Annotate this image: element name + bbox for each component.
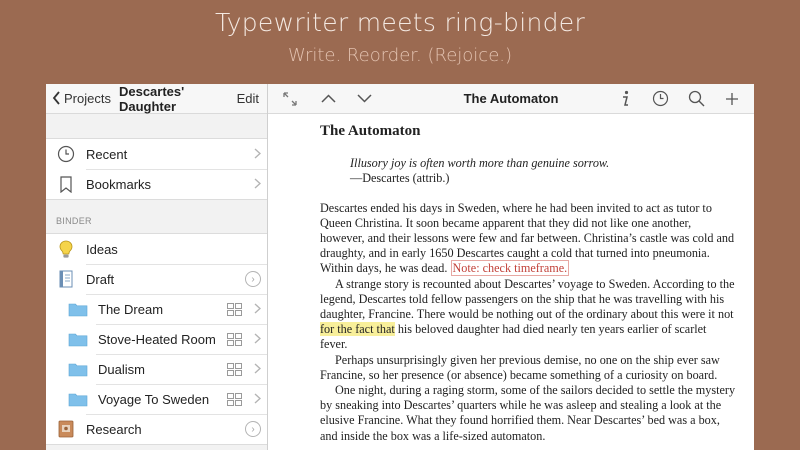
chevron-right-icon — [247, 361, 267, 377]
paragraph: A strange story is recounted about Desca… — [320, 277, 736, 353]
folder-icon — [46, 392, 98, 407]
folder-icon — [46, 332, 98, 347]
chevron-right-icon — [247, 301, 267, 317]
shortcuts-group: Recent Bookmarks — [46, 138, 267, 200]
hero-title: Typewriter meets ring-binder — [214, 8, 586, 37]
projects-back-label: Projects — [64, 91, 111, 106]
binder-item-label: Research — [86, 421, 142, 437]
corkboard-icon[interactable] — [225, 332, 243, 346]
binder-section-header: BINDER — [56, 216, 92, 226]
folder-icon — [46, 302, 98, 317]
chevron-down-icon[interactable] — [346, 84, 382, 114]
expand-icon[interactable] — [270, 84, 310, 114]
lightbulb-icon — [46, 240, 86, 259]
corkboard-icon[interactable] — [225, 362, 243, 376]
circle-chevron-icon[interactable]: › — [245, 271, 261, 287]
folder-icon — [46, 362, 98, 377]
bookmark-icon — [46, 175, 86, 193]
projects-back-button[interactable]: Projects — [52, 90, 111, 108]
circle-chevron-icon[interactable]: › — [245, 421, 261, 437]
highlighted-text: for the fact that — [320, 322, 395, 337]
epigraph: Illusory joy is often worth more than ge… — [320, 156, 736, 186]
inline-note[interactable]: Note: check timeframe. — [450, 260, 570, 277]
binder-group: Ideas Draft › The Dream Stove-Heated Roo… — [46, 233, 267, 445]
chevron-right-icon — [247, 146, 267, 162]
sidebar-item-label: Bookmarks — [86, 176, 152, 192]
binder-sidebar: Projects Descartes' Daughter Edit Recent — [46, 84, 268, 450]
sidebar-item-recent[interactable]: Recent — [46, 139, 267, 169]
paragraph: One night, during a raging storm, some o… — [320, 383, 736, 443]
binder-item-label: Voyage To Sweden — [98, 391, 210, 407]
binder-item-label: The Dream — [98, 301, 164, 317]
ipad-screen: Projects Descartes' Daughter Edit Recent — [46, 84, 754, 450]
chevron-right-icon — [247, 391, 267, 407]
binder-item-research[interactable]: Research › — [46, 414, 267, 444]
document-text-area[interactable]: The Automaton Illusory joy is often wort… — [268, 114, 754, 444]
research-icon — [46, 420, 86, 438]
document-icon — [46, 270, 86, 288]
binder-item-label: Ideas — [86, 241, 118, 257]
paragraph-text: A strange story is recounted about Desca… — [320, 276, 735, 322]
sidebar-item-label: Recent — [86, 146, 128, 162]
epigraph-attribution: —Descartes (attrib.) — [350, 171, 450, 186]
binder-item-the-dream[interactable]: The Dream — [46, 294, 267, 324]
binder-item-label: Dualism — [98, 361, 145, 377]
editor-pane: The Automaton The Automaton Illusory joy… — [268, 84, 754, 450]
corkboard-icon[interactable] — [225, 302, 243, 316]
editor-toolbar: The Automaton — [268, 84, 754, 114]
binder-item-draft[interactable]: Draft › — [46, 264, 267, 294]
hero-subtitle: Write. Reorder. (Rejoice.) — [287, 45, 513, 66]
document-title: The Automaton — [320, 123, 421, 139]
epigraph-quote: Illusory joy is often worth more than ge… — [350, 156, 610, 171]
corkboard-icon[interactable] — [225, 392, 243, 406]
paragraph: Perhaps unsurprisingly given her previou… — [320, 352, 720, 382]
project-title: Descartes' Daughter — [118, 84, 185, 114]
paragraph: Descartes ended his days in Sweden, wher… — [320, 201, 736, 277]
binder-item-dualism[interactable]: Dualism — [46, 354, 267, 384]
add-icon[interactable] — [714, 84, 750, 114]
chevron-up-icon[interactable] — [310, 84, 346, 114]
binder-item-label: Stove-Heated Room — [98, 331, 216, 347]
sidebar-nav-bar: Projects Descartes' Daughter Edit — [46, 84, 267, 114]
sidebar-item-bookmarks[interactable]: Bookmarks — [46, 169, 267, 199]
search-icon[interactable] — [678, 84, 714, 114]
chevron-right-icon — [247, 176, 267, 192]
binder-item-label: Draft — [86, 271, 115, 287]
clock-icon — [46, 145, 86, 163]
chevron-left-icon — [52, 90, 61, 108]
chevron-right-icon — [247, 331, 267, 347]
binder-item-stove-heated-room[interactable]: Stove-Heated Room — [46, 324, 267, 354]
info-icon[interactable] — [608, 84, 642, 114]
binder-item-ideas[interactable]: Ideas — [46, 234, 267, 264]
binder-item-voyage-to-sweden[interactable]: Voyage To Sweden — [46, 384, 267, 414]
edit-button[interactable]: Edit — [237, 91, 259, 106]
history-clock-icon[interactable] — [642, 84, 678, 114]
